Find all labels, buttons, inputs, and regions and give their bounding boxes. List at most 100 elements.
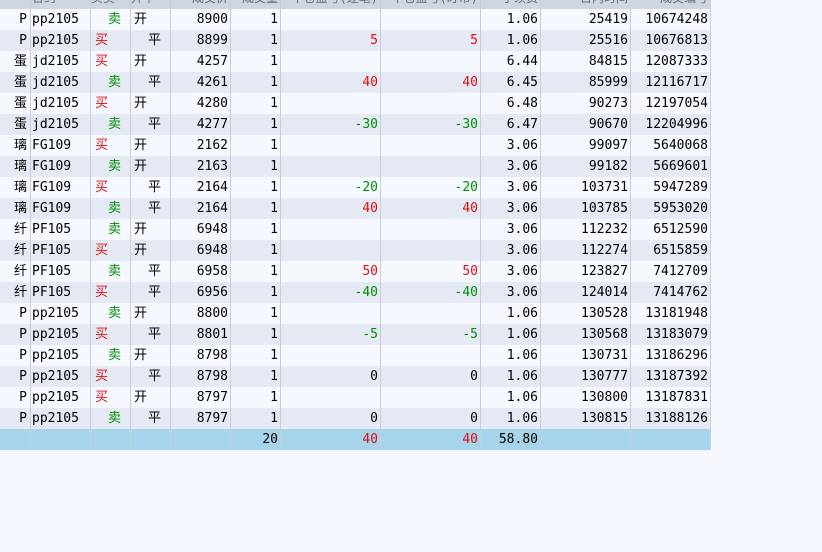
table-row[interactable]: Ppp2105 买平 8899 1 5 5 1.06 25516 10676813 [0,30,711,51]
cell-time: 99097 [541,135,631,156]
cell-code: pp2105 [31,324,91,345]
open-close-label: 平 [148,369,162,384]
open-close-label: 平 [148,327,162,342]
cell-price: 2162 [171,135,231,156]
cell-quantity: 1 [231,51,281,72]
table-row[interactable]: 蛋 jd2105 卖平 4261 1 40 40 6.45 85999 12116717 [0,72,711,93]
cell-fee: 3.06 [481,156,541,177]
cell-trade-no: 12204996 [631,114,711,135]
header-fee[interactable]: 手续费 [481,0,541,9]
cell-pnl-trade: 5 [281,30,381,51]
table-row[interactable]: 纤 PF105 卖开 6948 1 3.06 112232 6512590 [0,219,711,240]
cell-price: 8797 [171,387,231,408]
table-row[interactable]: Ppp2105 买 开 8797 1 1.06 130800 13187831 [0,387,711,408]
cell-trade-no: 13181948 [631,303,711,324]
cell-time: 103731 [541,177,631,198]
open-close-label: 开 [134,390,148,405]
table-row[interactable]: 蛋 jd2105 买 开 4257 1 6.44 84815 12087333 [0,51,711,72]
cell-fee: 3.06 [481,198,541,219]
direction-label: 买 [95,369,109,384]
table-row[interactable]: 纤 PF105 买 开 6948 1 3.06 112274 6515859 [0,240,711,261]
direction-label: 卖 [108,264,122,279]
cell-time: 130800 [541,387,631,408]
cell-pnl-trade [281,303,381,324]
cell-trade-no: 5640068 [631,135,711,156]
cell-name: P [0,30,31,51]
cell-direction: 卖 [91,72,131,93]
table-row[interactable]: 璃 FG109 卖平 2164 1 40 40 3.06 103785 5953020 [0,198,711,219]
header-pnl-mark[interactable]: 平仓盈亏(盯市) [381,0,481,9]
cell-direction: 卖 [91,303,131,324]
cell-pnl-trade [281,240,381,261]
cell-quantity: 1 [231,282,281,303]
table-row[interactable]: 璃 FG109 卖开 2163 1 3.06 99182 5669601 [0,156,711,177]
direction-label: 买 [95,138,109,153]
header-direction[interactable]: 买卖 [91,0,131,9]
table-row[interactable]: Ppp2105 卖平 8797 1 0 0 1.06 130815 13188126 [0,408,711,429]
cell-code: pp2105 [31,9,91,30]
header-name[interactable] [0,0,31,9]
cell-pnl-trade [281,219,381,240]
table-row[interactable]: Ppp2105 买平 8798 1 0 0 1.06 130777 13187392 [0,366,711,387]
cell-code: pp2105 [31,387,91,408]
cell-trade-no: 7414762 [631,282,711,303]
direction-label: 卖 [108,411,122,426]
cell-time: 25419 [541,9,631,30]
cell-quantity: 1 [231,261,281,282]
table-row[interactable]: Ppp2105 卖开 8798 1 1.06 130731 13186296 [0,345,711,366]
cell-pnl-mark: -30 [381,114,481,135]
table-row[interactable]: Ppp2105 卖开 8900 1 1.06 25419 10674248 [0,9,711,30]
cell-open-close: 开 [131,345,171,366]
table-row[interactable]: 纤 PF105 卖平 6958 1 50 50 3.06 123827 7412709 [0,261,711,282]
cell-pnl-mark: -20 [381,177,481,198]
table-row[interactable]: 蛋 jd2105 卖平 4277 1 -30 -30 6.47 90670 12204996 [0,114,711,135]
cell-name: 蛋 [0,72,31,93]
cell-fee: 3.06 [481,177,541,198]
table-row[interactable]: Ppp2105 卖开 8800 1 1.06 130528 13181948 [0,303,711,324]
total-pnl-mark: 40 [381,429,481,450]
cell-pnl-trade [281,387,381,408]
table-row[interactable]: 璃 FG109 买平 2164 1 -20 -20 3.06 103731 5947289 [0,177,711,198]
cell-name: 璃 [0,135,31,156]
table-row[interactable]: 纤 PF105 买平 6956 1 -40 -40 3.06 124014 7414762 [0,282,711,303]
cell-pnl-trade [281,51,381,72]
cell-pnl-mark: 0 [381,366,481,387]
cell-direction: 买 [91,366,131,387]
header-pnl-trade[interactable]: 平仓盈亏(逐笔) [281,0,381,9]
cell-time: 99182 [541,156,631,177]
cell-pnl-mark: -5 [381,324,481,345]
header-trade-no[interactable]: 成交编号 [631,0,711,9]
direction-label: 卖 [108,201,122,216]
cell-pnl-mark [381,135,481,156]
direction-label: 买 [95,327,109,342]
cell-pnl-trade: 40 [281,72,381,93]
table-row[interactable]: Ppp2105 买平 8801 1 -5 -5 1.06 130568 13183079 [0,324,711,345]
direction-label: 买 [95,243,109,258]
header-open-close[interactable]: 开平 [131,0,171,9]
cell-trade-no: 12087333 [631,51,711,72]
open-close-label: 开 [134,243,148,258]
header-quantity[interactable]: 成交量 [231,0,281,9]
header-code[interactable]: 合约 [31,0,91,9]
cell-fee: 1.06 [481,324,541,345]
cell-quantity: 1 [231,93,281,114]
cell-trade-no: 7412709 [631,261,711,282]
direction-label: 买 [95,33,109,48]
header-price[interactable]: 成交价 [171,0,231,9]
cell-trade-no: 5953020 [631,198,711,219]
cell-fee: 6.44 [481,51,541,72]
table-row[interactable]: 璃 FG109 买 开 2162 1 3.06 99097 5640068 [0,135,711,156]
cell-time: 130815 [541,408,631,429]
cell-time: 103785 [541,198,631,219]
direction-label: 买 [95,390,109,405]
table-row[interactable]: 蛋 jd2105 买 开 4280 1 6.48 90273 12197054 [0,93,711,114]
cell-pnl-mark: 40 [381,72,481,93]
cell-name: P [0,324,31,345]
cell-pnl-trade: 50 [281,261,381,282]
cell-price: 6956 [171,282,231,303]
total-name [0,429,31,450]
cell-pnl-mark: 5 [381,30,481,51]
header-time[interactable]: 日内时间 [541,0,631,9]
cell-code: pp2105 [31,30,91,51]
cell-open-close: 开 [131,156,171,177]
